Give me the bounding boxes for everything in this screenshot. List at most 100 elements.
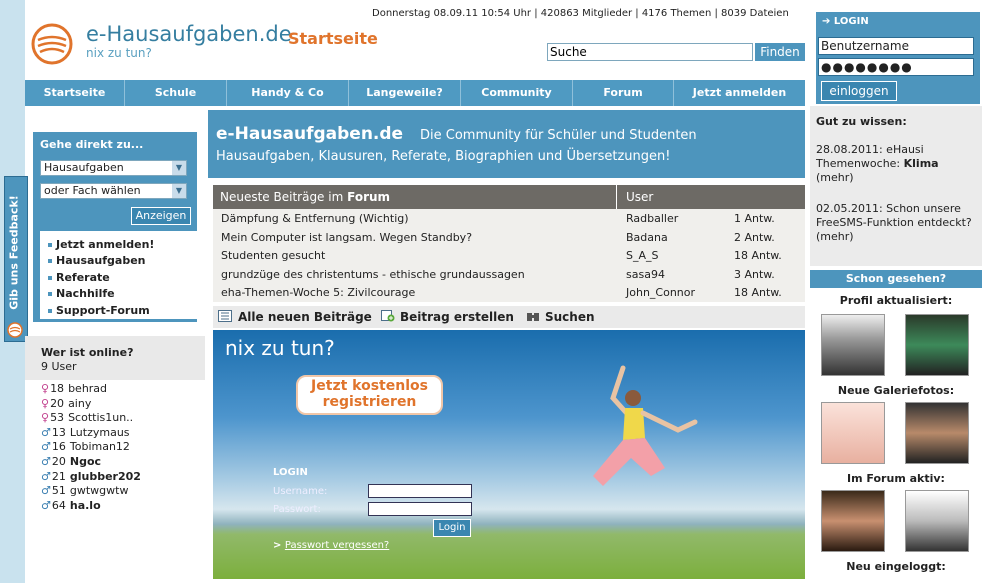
forum-user-photo[interactable] <box>905 490 969 552</box>
nav-langeweile[interactable]: Langeweile? <box>349 80 461 106</box>
link-hausaufgaben[interactable]: Hausaufgaben <box>48 254 146 267</box>
post-title[interactable]: Dämpfung & Entfernung (Wichtig) <box>221 212 409 225</box>
post-title[interactable]: Mein Computer ist langsam. Wegen Standby… <box>221 231 472 244</box>
table-row[interactable]: eha-Themen-Woche 5: Zivilcourage John_Con… <box>213 286 805 304</box>
logo-text[interactable]: e-Hausaufgaben.de <box>86 22 292 46</box>
post-user[interactable]: sasa94 <box>626 268 665 281</box>
gallery-photo[interactable] <box>905 402 969 464</box>
posts-header-title: Neueste Beiträge im Forum <box>220 190 390 204</box>
login-button[interactable]: einloggen <box>821 81 897 101</box>
male-icon: ♂ <box>41 498 51 512</box>
online-user[interactable]: ♂64 ha.lo <box>41 499 101 512</box>
news-item-2[interactable]: 02.05.2011: Schon unsere FreeSMS-Funktio… <box>816 202 976 244</box>
user-name[interactable]: gwtwgwtw <box>70 484 129 497</box>
promo-password-field[interactable] <box>368 502 472 516</box>
category-select[interactable]: Hausaufgaben ▼ <box>40 160 187 176</box>
female-icon: ♀ <box>41 396 50 410</box>
post-title[interactable]: eha-Themen-Woche 5: Zivilcourage <box>221 286 415 299</box>
online-user[interactable]: ♀18 behrad <box>41 382 107 395</box>
user-name[interactable]: behrad <box>68 382 107 395</box>
all-new-posts-link[interactable]: Alle neuen Beiträge <box>238 310 372 324</box>
page-title: Startseite <box>288 29 378 48</box>
promo-password-label: Passwort: <box>273 504 321 515</box>
post-user[interactable]: Radballer <box>626 212 678 225</box>
search-input[interactable] <box>547 43 753 61</box>
user-name[interactable]: Lutzymaus <box>70 426 130 439</box>
online-title: Wer ist online? <box>41 346 134 359</box>
user-name[interactable]: Scottis1un.. <box>68 411 133 424</box>
register-button-label[interactable]: Jetzt kostenlos registrieren <box>296 378 443 410</box>
table-row[interactable]: Mein Computer ist langsam. Wegen Standby… <box>213 231 805 249</box>
online-user[interactable]: ♂21 glubber202 <box>41 470 141 483</box>
table-row[interactable]: grundzüge des christentums - ethische gr… <box>213 268 805 286</box>
user-name[interactable]: ainy <box>68 397 91 410</box>
news-item-1[interactable]: 28.08.2011: eHausi Themenwoche: Klima (m… <box>816 143 976 185</box>
section-profile-updated: Profil aktualisiert: <box>839 294 953 307</box>
profile-photo[interactable] <box>821 314 885 376</box>
logo-icon[interactable] <box>30 22 74 66</box>
male-icon: ♂ <box>41 425 51 439</box>
online-user[interactable]: ♂16 Tobiman12 <box>41 440 130 453</box>
search-button[interactable]: Finden <box>755 43 805 61</box>
user-name[interactable]: Ngoc <box>70 455 101 468</box>
profile-photo[interactable] <box>905 314 969 376</box>
create-post-link[interactable]: Beitrag erstellen <box>400 310 514 324</box>
user-age: 51 <box>51 484 66 498</box>
subject-select[interactable]: oder Fach wählen ▼ <box>40 183 187 199</box>
post-user[interactable]: Badana <box>626 231 668 244</box>
link-nachhilfe[interactable]: Nachhilfe <box>48 287 115 300</box>
link-support-forum[interactable]: Support-Forum <box>48 304 150 317</box>
post-answers: 18 Antw. <box>734 286 782 299</box>
forgot-password-link[interactable]: Passwort vergessen? <box>285 540 389 551</box>
search-link[interactable]: Suchen <box>545 310 595 324</box>
forum-user-photo[interactable] <box>821 490 885 552</box>
post-title[interactable]: grundzüge des christentums - ethische gr… <box>221 268 525 281</box>
table-row[interactable]: Dämpfung & Entfernung (Wichtig) Radballer… <box>213 212 805 230</box>
online-user[interactable]: ♀53 Scottis1un.. <box>41 411 133 424</box>
online-count: 9 User <box>41 360 77 373</box>
post-user[interactable]: S_A_S <box>626 249 659 262</box>
user-name[interactable]: ha.lo <box>70 499 101 512</box>
female-icon: ♀ <box>41 411 50 425</box>
nav-schule[interactable]: Schule <box>125 80 227 106</box>
user-age: 18 <box>50 382 65 395</box>
user-name[interactable]: glubber202 <box>70 470 141 483</box>
show-button[interactable]: Anzeigen <box>131 207 191 225</box>
logo-tagline: nix zu tun? <box>86 46 152 60</box>
male-icon: ♂ <box>41 440 51 454</box>
feedback-logo-icon <box>7 322 23 338</box>
user-age: 21 <box>51 469 66 483</box>
posts-header-prefix: Neueste Beiträge im <box>220 190 348 204</box>
password-field[interactable]: ●●●●●●●● <box>818 58 974 76</box>
news-1-bold: Klima <box>903 157 939 170</box>
post-user[interactable]: John_Connor <box>626 286 695 299</box>
nav-handy[interactable]: Handy & Co <box>227 80 349 106</box>
link-anmelden[interactable]: Jetzt anmelden! <box>48 238 154 251</box>
table-row[interactable]: Studenten gesucht S_A_S 18 Antw. <box>213 249 805 267</box>
nav-forum[interactable]: Forum <box>573 80 674 106</box>
hero-banner <box>208 110 805 178</box>
online-user[interactable]: ♀20 ainy <box>41 397 91 410</box>
category-select-value: Hausaufgaben <box>44 161 124 174</box>
post-title[interactable]: Studenten gesucht <box>221 249 325 262</box>
posts-header-forum[interactable]: Forum <box>347 190 390 204</box>
nav-community[interactable]: Community <box>461 80 573 106</box>
user-name[interactable]: Tobiman12 <box>70 440 130 453</box>
user-age: 53 <box>50 411 65 425</box>
online-user[interactable]: ♂13 Lutzymaus <box>41 426 130 439</box>
gallery-photo[interactable] <box>821 402 885 464</box>
nav-startseite[interactable]: Startseite <box>25 80 125 106</box>
username-field[interactable]: Benutzername <box>818 37 974 55</box>
promo-username-field[interactable] <box>368 484 472 498</box>
male-icon: ♂ <box>41 484 51 498</box>
online-user[interactable]: ♂51 gwtwgwtw <box>41 484 128 497</box>
feedback-label[interactable]: Gib uns Feedback! <box>8 185 21 321</box>
promo-username-label: Username: <box>273 486 328 497</box>
online-user[interactable]: ♂20 Ngoc <box>41 455 101 468</box>
hero-tagline: Die Community für Schüler und Studenten <box>420 128 697 143</box>
site-stats: Donnerstag 08.09.11 10:54 Uhr | 420863 M… <box>372 8 789 19</box>
nav-anmelden[interactable]: Jetzt anmelden <box>674 80 805 106</box>
promo-login-button[interactable]: Login <box>433 519 471 537</box>
link-referate[interactable]: Referate <box>48 271 110 284</box>
header-divider <box>616 185 617 209</box>
